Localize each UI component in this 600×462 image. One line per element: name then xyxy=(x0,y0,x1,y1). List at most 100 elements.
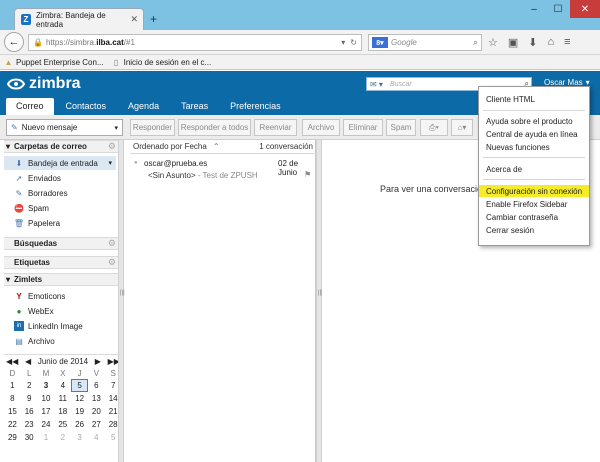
zimlet-webex[interactable]: ● WebEx xyxy=(4,304,116,318)
calendar-day[interactable]: 2 xyxy=(21,379,38,392)
reply-button[interactable]: Responder xyxy=(130,119,175,136)
close-tab-icon[interactable]: ✕ xyxy=(130,14,138,25)
bookmark-star-icon[interactable]: ☆ xyxy=(488,36,498,49)
collapse-icon[interactable]: ▾ xyxy=(6,142,10,151)
zimlet-linkedin[interactable]: in LinkedIn Image xyxy=(4,319,116,333)
calendar-day[interactable]: 8 xyxy=(4,392,21,405)
browser-search-bar[interactable]: 8▾ Google ⌕ xyxy=(368,34,482,51)
minimize-icon[interactable]: – xyxy=(522,0,546,18)
calendar-day[interactable]: 16 xyxy=(21,405,38,418)
calendar-day[interactable]: 15 xyxy=(4,405,21,418)
menu-item-offline-settings[interactable]: Configuración sin conexión xyxy=(479,185,589,197)
menu-item-change-password[interactable]: Cambiar contraseña xyxy=(479,211,589,223)
search-engine-icon[interactable]: 8▾ xyxy=(372,37,388,48)
calendar-day[interactable]: 18 xyxy=(54,405,71,418)
menu-item-product-help[interactable]: Ayuda sobre el producto xyxy=(479,115,589,127)
sidebar-splitter[interactable]: ||| xyxy=(118,140,125,462)
unread-dot-icon[interactable]: ● xyxy=(134,160,138,166)
url-bar[interactable]: 🔒 https://simbra. ilba.cat/#1 ▾ ↻ xyxy=(28,34,362,51)
calendar-day[interactable]: 25 xyxy=(54,418,71,431)
archive-button[interactable]: Archivo xyxy=(302,119,340,136)
calendar-day[interactable]: 6 xyxy=(88,379,105,392)
searches-header[interactable]: Búsquedas ⚙ xyxy=(4,237,118,250)
browser-tab[interactable]: Z Zimbra: Bandeja de entrada ✕ xyxy=(14,8,144,30)
sidebar-item-sent[interactable]: ➚ Enviados xyxy=(4,171,116,185)
flag-icon[interactable]: ⚑ xyxy=(304,170,311,179)
previous-month-icon[interactable]: ◀ xyxy=(25,357,31,366)
reading-list-icon[interactable]: ▣ xyxy=(508,36,518,49)
menu-item-about[interactable]: Acerca de xyxy=(479,163,589,175)
dropdown-arrow-icon[interactable]: ▾ xyxy=(341,38,345,47)
calendar-day[interactable]: 22 xyxy=(4,418,21,431)
tags-header[interactable]: Etiquetas ⚙ xyxy=(4,256,118,269)
tab-preferences[interactable]: Preferencias xyxy=(220,98,291,115)
zimlet-emoticons[interactable]: Y Emoticons xyxy=(4,289,116,303)
gear-icon[interactable]: ⚙ xyxy=(108,238,116,249)
calendar-day[interactable]: 12 xyxy=(71,392,88,405)
next-month-icon[interactable]: ▶ xyxy=(95,357,101,366)
collapse-icon[interactable]: ▾ xyxy=(6,275,10,284)
calendar-day[interactable]: 3 xyxy=(71,431,88,444)
reload-icon[interactable]: ↻ xyxy=(350,38,357,47)
mail-folders-header[interactable]: ▾ Carpetas de correo ⚙ xyxy=(4,140,118,153)
chevron-down-icon[interactable]: ▾ xyxy=(108,159,112,167)
calendar-day[interactable]: 9 xyxy=(21,392,38,405)
sidebar-item-spam[interactable]: ⛔ Spam xyxy=(4,201,116,215)
menu-item-firefox-sidebar[interactable]: Enable Firefox Sidebar xyxy=(479,198,589,210)
menu-item-help-center[interactable]: Central de ayuda en línea xyxy=(479,128,589,140)
calendar-day[interactable]: 3 xyxy=(38,379,55,392)
calendar-day[interactable]: 30 xyxy=(21,431,38,444)
reply-all-button[interactable]: Responder a todos xyxy=(178,119,251,136)
menu-item-logout[interactable]: Cerrar sesión xyxy=(479,224,589,236)
delete-button[interactable]: Eliminar xyxy=(343,119,383,136)
tab-tasks[interactable]: Tareas xyxy=(171,98,218,115)
calendar-day[interactable]: 4 xyxy=(88,431,105,444)
maximize-icon[interactable]: ☐ xyxy=(546,0,570,18)
new-tab-icon[interactable]: + xyxy=(150,12,157,26)
gear-icon[interactable]: ⚙ xyxy=(108,257,116,268)
zimbra-logo[interactable]: zimbra xyxy=(6,75,81,93)
calendar-day[interactable]: 4 xyxy=(54,379,71,392)
tab-contacts[interactable]: Contactos xyxy=(56,98,117,115)
tab-calendar[interactable]: Agenda xyxy=(118,98,169,115)
home-icon[interactable]: ⌂ xyxy=(548,36,555,49)
close-window-icon[interactable]: ✕ xyxy=(570,0,600,18)
sort-arrow-icon[interactable]: ⌃ xyxy=(213,142,220,151)
new-message-button[interactable]: ✎ Nuevo mensaje ▾ xyxy=(6,119,123,136)
gear-icon[interactable]: ⚙ xyxy=(108,141,116,152)
bookmark-item[interactable]: ▲ Puppet Enterprise Con... xyxy=(4,58,104,67)
calendar-day-today[interactable]: 5 xyxy=(71,379,88,392)
calendar-day[interactable]: 20 xyxy=(88,405,105,418)
sidebar-item-drafts[interactable]: ✎ Borradores xyxy=(4,186,116,200)
sidebar-item-trash[interactable]: 🗑 Papelera xyxy=(4,216,116,230)
calendar-day[interactable]: 11 xyxy=(54,392,71,405)
tab-mail[interactable]: Correo xyxy=(6,98,54,115)
menu-item-new-features[interactable]: Nuevas funciones xyxy=(479,141,589,153)
calendar-day[interactable]: 10 xyxy=(38,392,55,405)
sort-by-date[interactable]: Ordenado por Fecha xyxy=(133,142,207,151)
previous-year-icon[interactable]: ◀◀ xyxy=(6,357,18,366)
calendar-day[interactable]: 27 xyxy=(88,418,105,431)
back-arrow-icon[interactable]: ← xyxy=(4,32,24,52)
download-icon[interactable]: ⬇ xyxy=(528,36,537,49)
search-icon[interactable]: ⌕ xyxy=(473,37,478,48)
list-item[interactable]: ● oscar@prueba.es 02 de Junio <Sin Asunt… xyxy=(130,156,316,184)
calendar-day[interactable]: 17 xyxy=(38,405,55,418)
calendar-day[interactable]: 23 xyxy=(21,418,38,431)
bookmark-item[interactable]: ▯ Inicio de sesión en el c... xyxy=(112,58,211,67)
print-button[interactable]: ⎙▾ xyxy=(420,119,448,136)
calendar-day[interactable]: 26 xyxy=(71,418,88,431)
mail-search-type-icon[interactable]: ✉ ▾ xyxy=(370,80,383,89)
calendar-day[interactable]: 29 xyxy=(4,431,21,444)
tag-button[interactable]: ⌂▾ xyxy=(451,119,473,136)
spam-button[interactable]: Spam xyxy=(386,119,416,136)
sidebar-item-inbox[interactable]: ⬇ Bandeja de entrada ▾ xyxy=(4,156,116,170)
menu-item-html-client[interactable]: Cliente HTML xyxy=(479,93,589,105)
calendar-day[interactable]: 24 xyxy=(38,418,55,431)
zimlets-header[interactable]: ▾ Zimlets xyxy=(4,273,118,286)
menu-icon[interactable]: ≡ xyxy=(564,36,570,49)
calendar-day[interactable]: 13 xyxy=(88,392,105,405)
calendar-day[interactable]: 19 xyxy=(71,405,88,418)
chevron-down-icon[interactable]: ▾ xyxy=(114,124,118,132)
forward-button[interactable]: Reenviar xyxy=(254,119,297,136)
